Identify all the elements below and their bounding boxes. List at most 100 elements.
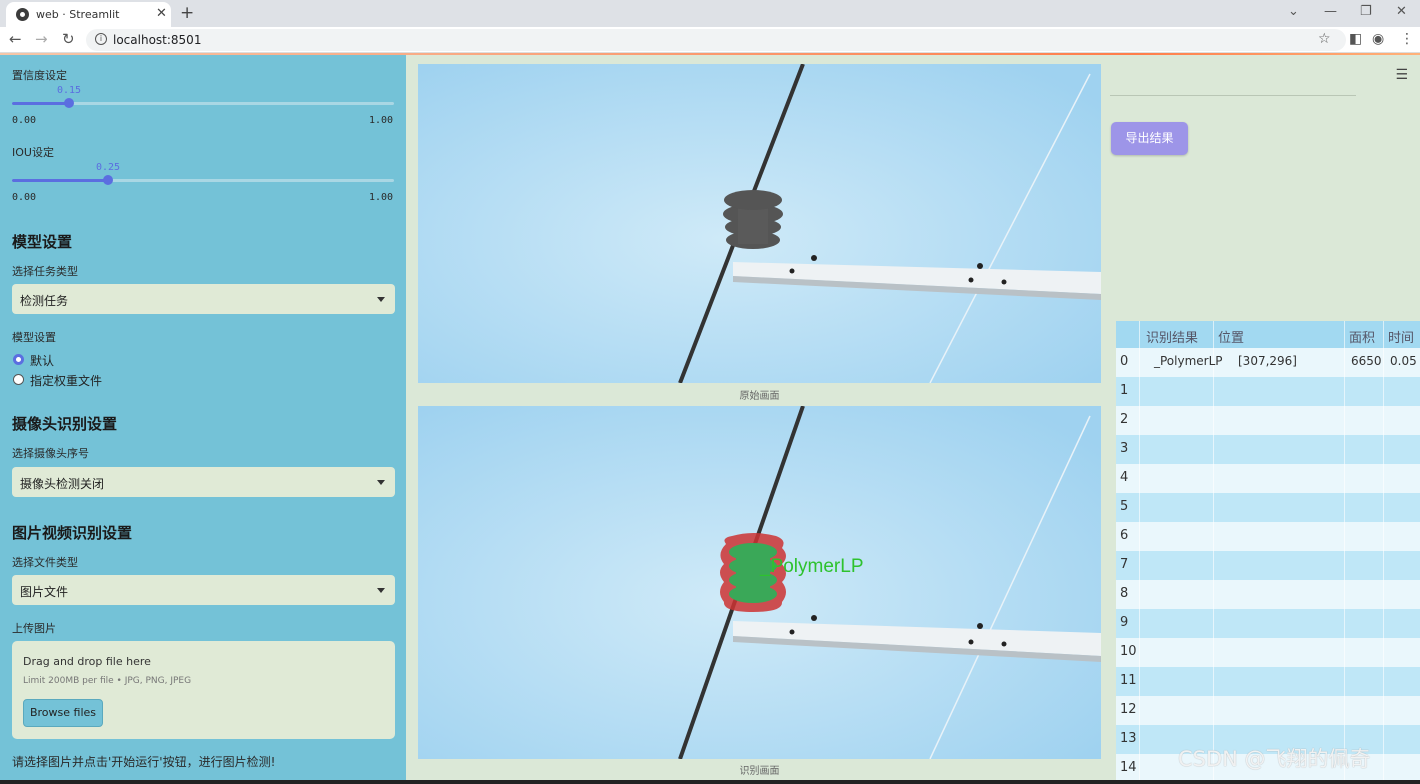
iou-slider[interactable]	[12, 175, 394, 185]
cell-result	[1140, 667, 1214, 696]
cell-result	[1140, 522, 1214, 551]
iou-min: 0.00	[12, 192, 37, 203]
csdn-watermark: CSDN @飞翔的佩奇	[1178, 747, 1371, 771]
file-dropzone[interactable]: Drag and drop file here Limit 200MB per …	[12, 641, 395, 739]
file-type-label: 选择文件类型	[12, 556, 78, 569]
row-index: 0	[1116, 348, 1140, 377]
confidence-label: 置信度设定	[12, 69, 67, 82]
cell-time	[1384, 435, 1420, 464]
export-results-button[interactable]: 导出结果	[1111, 122, 1188, 155]
hamburger-menu-icon[interactable]: ☰	[1395, 67, 1408, 83]
dropzone-title: Drag and drop file here	[23, 655, 151, 668]
site-info-icon[interactable]: i	[95, 33, 107, 45]
table-row[interactable]: 10	[1116, 638, 1420, 667]
cell-position	[1214, 435, 1345, 464]
restore-icon[interactable]: ❐	[1360, 4, 1372, 19]
table-header-position[interactable]: 位置	[1214, 321, 1345, 348]
table-row[interactable]: 7	[1116, 551, 1420, 580]
confidence-slider[interactable]	[12, 98, 394, 108]
cell-position	[1214, 696, 1345, 725]
browser-tab-strip: web · Streamlit ✕ + ⌄ — ❐ ✕	[0, 0, 1420, 27]
table-row[interactable]: 11	[1116, 667, 1420, 696]
table-row[interactable]: 0 _PolymerLP [307,296] 6650 0.05	[1116, 348, 1420, 377]
radio-custom-weights-label[interactable]: 指定权重文件	[30, 372, 102, 389]
cell-area	[1345, 580, 1384, 609]
row-index: 4	[1116, 464, 1140, 493]
task-type-label: 选择任务类型	[12, 265, 78, 278]
table-header-result[interactable]: 识别结果	[1140, 321, 1214, 348]
model-settings-header: 模型设置	[12, 233, 73, 251]
table-row[interactable]: 8	[1116, 580, 1420, 609]
row-index: 10	[1116, 638, 1140, 667]
file-type-select[interactable]: 图片文件	[12, 575, 395, 605]
radio-custom-weights[interactable]	[13, 374, 24, 385]
url-field[interactable]: i localhost:8501	[86, 29, 1346, 51]
divider	[1110, 95, 1356, 96]
cell-area: 6650	[1345, 348, 1384, 377]
row-index: 5	[1116, 493, 1140, 522]
confidence-max: 1.00	[369, 115, 394, 126]
cell-time	[1384, 406, 1420, 435]
cell-result	[1140, 609, 1214, 638]
iou-slider-thumb[interactable]	[103, 175, 113, 185]
table-row[interactable]: 12	[1116, 696, 1420, 725]
iou-slider-fill	[12, 179, 108, 182]
table-row[interactable]: 3	[1116, 435, 1420, 464]
forward-icon[interactable]: →	[35, 30, 48, 48]
tab-search-icon[interactable]: ⌄	[1288, 4, 1299, 19]
browse-files-button[interactable]: Browse files	[23, 699, 103, 727]
task-type-select[interactable]: 检测任务	[12, 284, 395, 314]
confidence-slider-fill	[12, 102, 69, 105]
cell-time	[1384, 638, 1420, 667]
row-index: 2	[1116, 406, 1140, 435]
bookmark-star-icon[interactable]: ☆	[1318, 31, 1331, 47]
cell-position	[1214, 667, 1345, 696]
profile-avatar-icon[interactable]: ◉	[1372, 31, 1384, 47]
row-index: 14	[1116, 754, 1140, 783]
radio-default[interactable]	[13, 354, 24, 365]
back-icon[interactable]: ←	[9, 30, 22, 48]
chevron-down-icon	[377, 588, 385, 593]
chevron-down-icon	[377, 480, 385, 485]
minimize-icon[interactable]: —	[1324, 4, 1337, 19]
cell-time	[1384, 464, 1420, 493]
confidence-slider-thumb[interactable]	[64, 98, 74, 108]
cell-result	[1140, 696, 1214, 725]
cell-area	[1345, 696, 1384, 725]
cell-time	[1384, 696, 1420, 725]
url-text: localhost:8501	[113, 33, 202, 47]
results-table[interactable]: 识别结果 位置 面积 时间 0 _PolymerLP [307,296] 6650 0.…	[1116, 321, 1420, 784]
cell-position	[1214, 464, 1345, 493]
table-row[interactable]: 5	[1116, 493, 1420, 522]
confidence-value: 0.15	[57, 85, 82, 96]
cell-time: 0.05	[1384, 348, 1420, 377]
table-header-area[interactable]: 面积	[1345, 321, 1384, 348]
sidepanel-icon[interactable]: ◧	[1349, 31, 1362, 47]
confidence-min: 0.00	[12, 115, 37, 126]
browser-menu-icon[interactable]: ⋮	[1400, 31, 1414, 47]
window-close-icon[interactable]: ✕	[1396, 4, 1407, 19]
cell-position	[1214, 493, 1345, 522]
iou-max: 1.00	[369, 192, 394, 203]
table-header-time[interactable]: 时间	[1384, 321, 1420, 348]
table-row[interactable]: 1	[1116, 377, 1420, 406]
taskbar-strip	[0, 780, 1420, 784]
table-row[interactable]: 6	[1116, 522, 1420, 551]
cell-time	[1384, 377, 1420, 406]
tab-close-icon[interactable]: ✕	[156, 6, 167, 21]
table-row[interactable]: 4	[1116, 464, 1420, 493]
camera-index-value: 摄像头检测关闭	[20, 477, 105, 491]
camera-index-select[interactable]: 摄像头检测关闭	[12, 467, 395, 497]
browser-tab[interactable]: web · Streamlit ✕	[6, 2, 171, 27]
radio-default-label[interactable]: 默认	[30, 352, 54, 369]
main-content: 原始画面 _PolymerLP 识别画面 ☰ 导出结果 识别结果 位置 面积 时…	[406, 55, 1420, 784]
table-row[interactable]: 9	[1116, 609, 1420, 638]
reload-icon[interactable]: ↻	[62, 30, 75, 48]
new-tab-icon[interactable]: +	[180, 3, 194, 23]
dropzone-hint: Limit 200MB per file • JPG, PNG, JPEG	[23, 676, 192, 686]
row-index: 11	[1116, 667, 1140, 696]
table-row[interactable]: 2	[1116, 406, 1420, 435]
chevron-down-icon	[377, 297, 385, 302]
cell-position	[1214, 551, 1345, 580]
cell-result: _PolymerLP	[1140, 348, 1223, 377]
